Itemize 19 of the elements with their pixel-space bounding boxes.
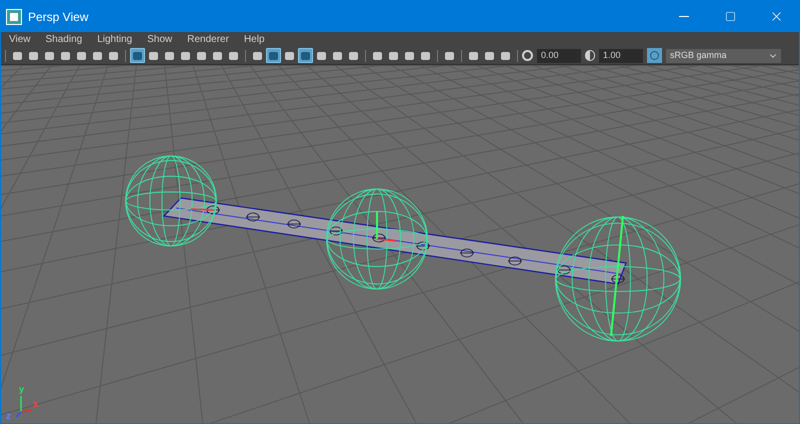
window-title: Persp View xyxy=(28,8,88,26)
menu-item[interactable]: Lighting xyxy=(97,34,132,44)
app-icon xyxy=(6,8,22,24)
aperture-icon xyxy=(522,50,533,61)
menu-item[interactable]: Shading xyxy=(46,34,82,44)
menu-item[interactable]: Renderer xyxy=(187,34,229,44)
color-space-dropdown[interactable]: sRGB gamma xyxy=(666,48,781,62)
axis-label: x xyxy=(33,400,39,410)
menu-item[interactable]: Help xyxy=(244,34,265,44)
menu-item[interactable]: View xyxy=(9,34,30,44)
menu-item[interactable]: Show xyxy=(147,34,172,44)
axis-label: y xyxy=(19,383,24,396)
gamma-field[interactable]: 1.00 xyxy=(599,48,643,62)
minimize-icon xyxy=(679,16,689,17)
axis-gizmo-drawing xyxy=(15,396,32,418)
exposure-field[interactable]: 0.00 xyxy=(537,48,581,62)
color-management-icon[interactable] xyxy=(647,48,662,63)
maximize-icon xyxy=(724,11,736,22)
axis-label: z xyxy=(6,412,11,422)
